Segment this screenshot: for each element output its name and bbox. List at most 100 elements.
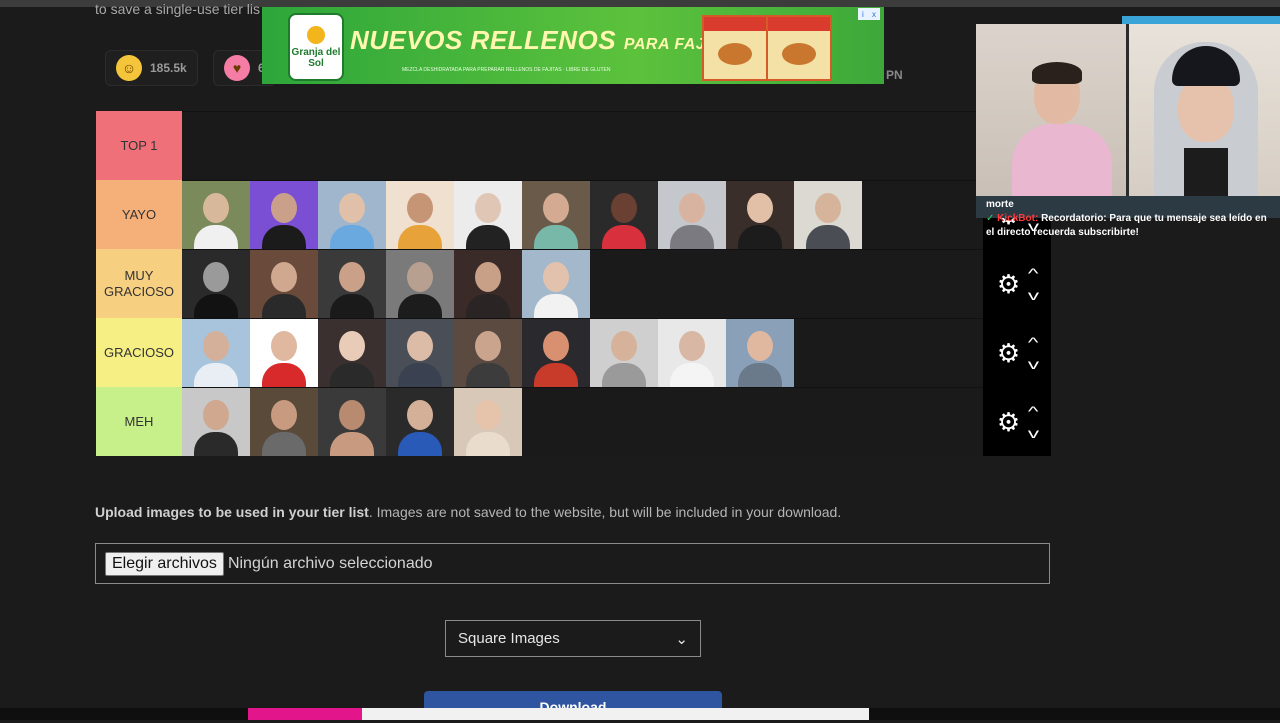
tier-items-area[interactable] [182,111,1051,180]
tier-item-thumbnail[interactable] [318,319,386,387]
tier-list: TOP 1YAYO⚙^vMUY GRACIOSO⚙^vGRACIOSO⚙^vME… [96,111,1051,456]
tier-item-thumbnail[interactable] [182,319,250,387]
tier-item-thumbnail[interactable] [522,181,590,249]
tier-item-thumbnail[interactable] [386,319,454,387]
tier-row: TOP 1 [96,111,1051,180]
tier-item-thumbnail[interactable] [454,319,522,387]
thumbnail-person-head [543,193,569,223]
close-icon[interactable]: x [872,10,876,19]
chevron-down-icon[interactable]: v [1028,357,1039,371]
ad-banner[interactable]: Granja del Sol NUEVOS RELLENOS PARA FAJI… [262,7,884,84]
thumbnail-person-body [806,225,850,249]
webcam-right [1128,24,1280,196]
tier-item-thumbnail[interactable] [250,388,318,456]
tier-label[interactable]: MEH [96,387,182,456]
thumbnail-person-body [262,294,306,318]
tier-item-thumbnail[interactable] [318,181,386,249]
tier-label[interactable]: YAYO [96,180,182,249]
thumbnail-person-body [330,294,374,318]
gear-icon[interactable]: ⚙ [997,271,1020,297]
thumbnail-person-body [466,294,510,318]
bottom-ad-strip-pink [248,708,362,720]
ad-headline-1: NUEVOS [350,25,463,55]
tier-item-thumbnail[interactable] [794,181,862,249]
thumbnail-person-body [534,294,578,318]
tier-item-thumbnail[interactable] [726,319,794,387]
tier-items-area[interactable] [182,318,1051,387]
tier-item-thumbnail[interactable] [182,388,250,456]
thumbnail-person-head [203,400,229,430]
stream-chat-overlay: morte ✓ KickBot: Recordatorio: Para que … [986,198,1276,240]
tier-item-thumbnail[interactable] [182,250,250,318]
thumbnail-person-body [670,363,714,387]
bottom-ad-strip-white [362,708,869,720]
thumbnail-person-body [466,363,510,387]
info-icon[interactable]: i [862,10,864,19]
webcam-left [976,24,1128,196]
tier-item-thumbnail[interactable] [250,181,318,249]
pack-food-graphic [718,43,752,65]
thumbnail-person-head [611,193,637,223]
thumbnail-person-head [475,262,501,292]
tier-item-thumbnail[interactable] [386,250,454,318]
thumbnail-person-body [330,225,374,249]
tier-item-thumbnail[interactable] [318,388,386,456]
tier-item-thumbnail[interactable] [726,181,794,249]
move-arrows: ^v [1028,404,1039,440]
tier-label[interactable]: GRACIOSO [96,318,182,387]
chevron-down-icon[interactable]: v [1028,288,1039,302]
grinning-emoji-icon: ☺ [116,55,142,81]
chat-line-1: morte [986,199,1014,210]
ad-headline: NUEVOS RELLENOS PARA FAJITAS [350,25,742,56]
thumbnail-person-head [203,331,229,361]
verified-icon: ✓ [986,213,995,224]
streamer-2-shirt [1184,148,1228,196]
tier-item-thumbnail[interactable] [250,250,318,318]
thumbnail-person-body [194,363,238,387]
thumbnail-person-head [543,331,569,361]
ad-choices[interactable]: i x [858,8,880,20]
thumbnail-person-head [407,400,433,430]
tier-item-thumbnail[interactable] [658,181,726,249]
tier-items-area[interactable] [182,249,1051,318]
product-pack-image [702,15,768,81]
gear-icon[interactable]: ⚙ [997,409,1020,435]
tier-item-thumbnail[interactable] [386,181,454,249]
thumbnail-person-head [339,262,365,292]
upload-instructions: Upload images to be used in your tier li… [95,504,841,520]
choose-files-button[interactable]: Elegir archivos [105,551,224,576]
tier-items-area[interactable] [182,387,1051,456]
tier-label[interactable]: MUY GRACIOSO [96,249,182,318]
tier-controls: ⚙ ^ v [983,249,1051,318]
image-shape-select[interactable]: Square Images ⌄ [445,620,701,657]
tier-item-thumbnail[interactable] [454,388,522,456]
tier-item-thumbnail[interactable] [454,181,522,249]
tier-item-thumbnail[interactable] [590,181,658,249]
thumbnail-person-head [339,400,365,430]
reaction-button-grinning[interactable]: ☺ 185.5k [105,50,198,86]
pn-text: PN [886,68,903,82]
file-upload-field[interactable]: Elegir archivos Ningún archivo seleccion… [95,543,1050,584]
tier-item-thumbnail[interactable] [454,250,522,318]
tier-item-thumbnail[interactable] [386,388,454,456]
chevron-up-icon[interactable]: ^ [1028,404,1039,418]
tier-item-thumbnail[interactable] [522,319,590,387]
tier-controls: ⚙^v [983,387,1051,456]
tier-item-thumbnail[interactable] [182,181,250,249]
gear-icon[interactable]: ⚙ [997,340,1020,366]
thumbnail-person-head [815,193,841,223]
thumbnail-person-head [271,193,297,223]
chevron-up-icon[interactable]: ^ [1028,266,1039,280]
tier-label[interactable]: TOP 1 [96,111,182,180]
tier-item-thumbnail[interactable] [250,319,318,387]
thumbnail-person-head [407,331,433,361]
tier-items-area[interactable] [182,180,1051,249]
chevron-down-icon[interactable]: v [1028,426,1039,440]
tier-item-thumbnail[interactable] [318,250,386,318]
tier-item-thumbnail[interactable] [590,319,658,387]
tier-item-thumbnail[interactable] [658,319,726,387]
tier-item-thumbnail[interactable] [522,250,590,318]
chevron-up-icon[interactable]: ^ [1028,335,1039,349]
ad-brand-text: Granja del Sol [291,46,341,69]
thumbnail-person-head [271,331,297,361]
